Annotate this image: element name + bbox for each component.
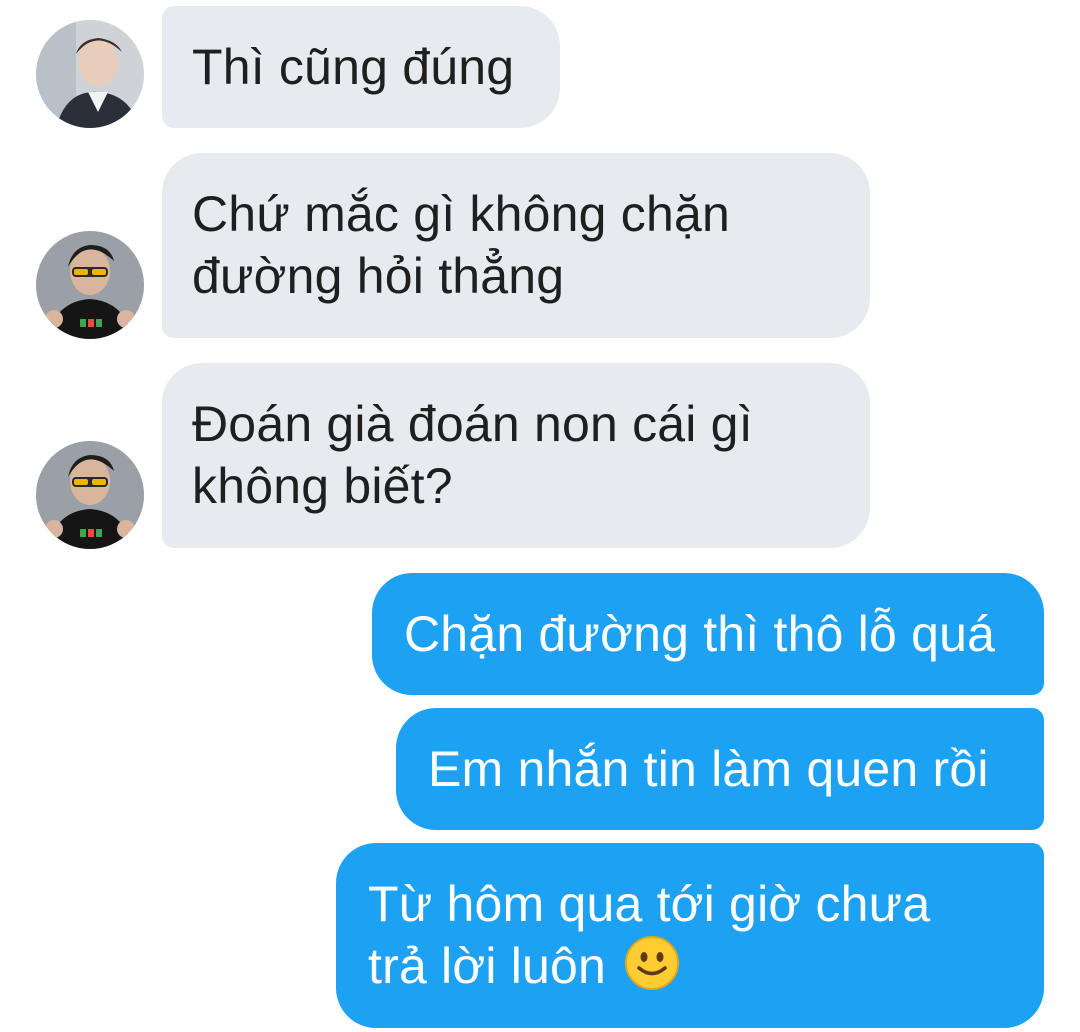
message-line: trả lời luôn: [368, 935, 1012, 997]
message-line: Chứ mắc gì không chặn: [192, 186, 730, 242]
sent-message[interactable]: Chặn đường thì thô lỗ quá: [372, 573, 1044, 695]
avatar[interactable]: [36, 441, 144, 549]
avatar[interactable]: [36, 20, 144, 128]
received-message[interactable]: Thì cũng đúng: [162, 6, 560, 128]
message-text: Thì cũng đúng: [192, 39, 515, 95]
avatar-photo-white-shirt: [36, 20, 144, 128]
avatar-photo-sunglasses: [36, 441, 144, 549]
message-text: Chặn đường thì thô lỗ quá: [404, 606, 996, 662]
avatar-photo-sunglasses: [36, 231, 144, 339]
received-message[interactable]: Chứ mắc gì không chặn đường hỏi thẳng: [162, 153, 870, 338]
message-text: Em nhắn tin làm quen rồi: [428, 741, 989, 797]
avatar[interactable]: [36, 231, 144, 339]
received-message[interactable]: Đoán già đoán non cái gì không biết?: [162, 363, 870, 548]
message-line: Đoán già đoán non cái gì: [192, 396, 753, 452]
message-line: Từ hôm qua tới giờ chưa: [368, 876, 931, 932]
sent-message[interactable]: Từ hôm qua tới giờ chưa trả lời luôn: [336, 843, 1044, 1028]
sent-message[interactable]: Em nhắn tin làm quen rồi: [396, 708, 1044, 830]
message-line: không biết?: [192, 458, 453, 514]
message-line: đường hỏi thẳng: [192, 248, 565, 304]
message-line-text: trả lời luôn: [368, 938, 607, 994]
slightly-smiling-face-icon: [624, 935, 680, 991]
